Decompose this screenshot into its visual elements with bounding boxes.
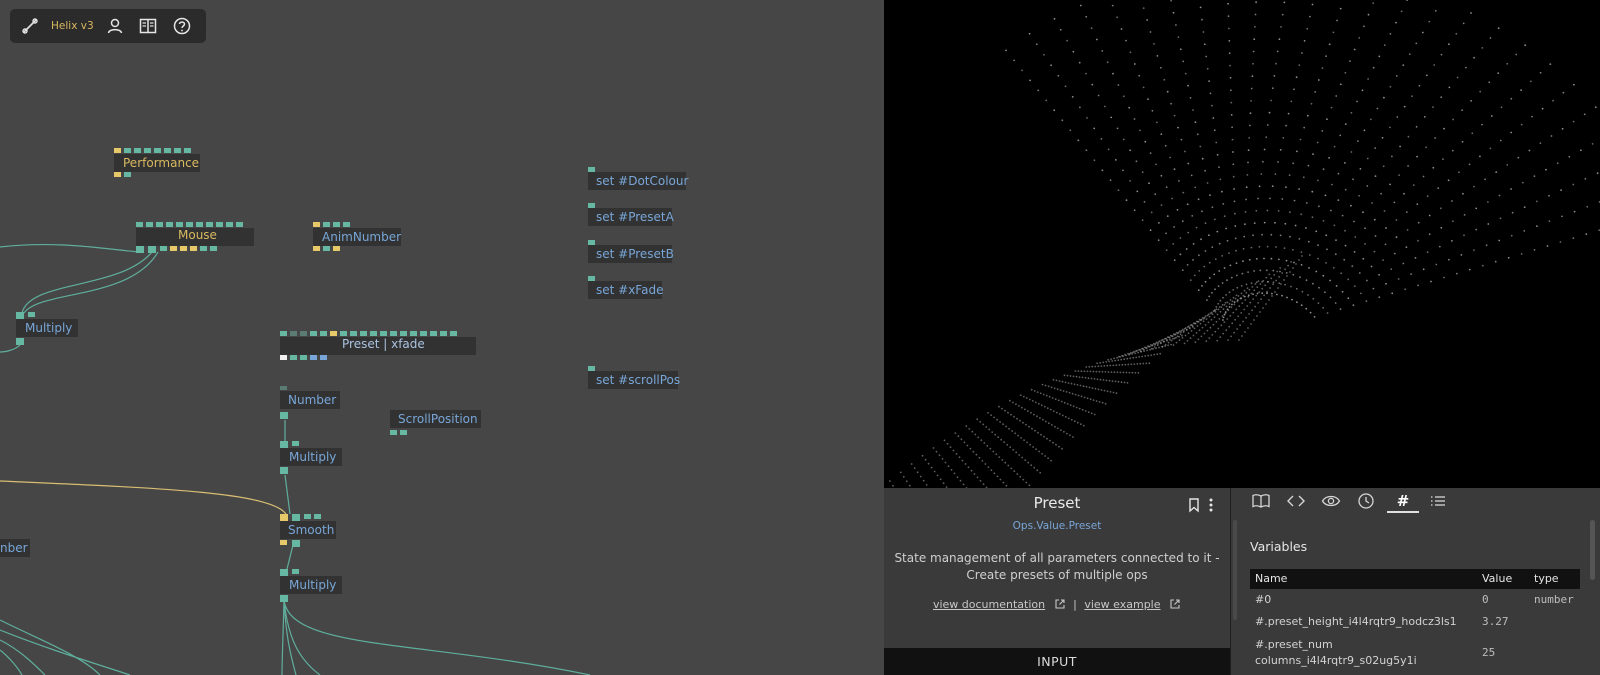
variable-value: 3.27 <box>1482 615 1509 628</box>
help-icon[interactable] <box>172 16 192 36</box>
op-description-line: State management of all parameters conne… <box>894 551 1220 565</box>
op-links: view documentation | view example <box>884 598 1230 611</box>
active-tab-indicator <box>1387 511 1419 513</box>
external-link-icon[interactable] <box>1054 598 1066 610</box>
book-icon[interactable] <box>1251 492 1271 510</box>
op-description: State management of all parameters conne… <box>894 550 1220 584</box>
book-icon[interactable] <box>138 16 158 36</box>
external-link-icon[interactable] <box>1169 598 1181 610</box>
column-value[interactable]: Value <box>1482 572 1512 585</box>
more-options-icon[interactable] <box>1207 497 1215 513</box>
node-label: Multiply <box>25 321 73 335</box>
node-label: set #DotColour <box>596 174 689 188</box>
op-description-line: Create presets of multiple ops <box>966 568 1148 582</box>
clock-icon[interactable] <box>1356 492 1376 510</box>
variable-name: #.preset_height_i4l4rqtr9_hodcz3ls1 <box>1255 615 1457 628</box>
user-icon[interactable] <box>105 16 125 36</box>
variables-scrollbar[interactable] <box>1590 520 1595 580</box>
patch-link-icon[interactable] <box>20 16 40 36</box>
node-label: Multiply <box>289 578 337 592</box>
node-label: Mouse <box>178 228 217 242</box>
node-label: Smooth <box>288 523 335 537</box>
column-name[interactable]: Name <box>1255 572 1287 585</box>
view-documentation-link[interactable]: view documentation <box>933 598 1045 611</box>
variable-name: #.preset_num <box>1255 638 1333 651</box>
variable-value: 25 <box>1482 646 1496 659</box>
node-label: nber <box>0 541 28 555</box>
variable-name: #0 <box>1255 593 1272 606</box>
node-label: Preset | xfade <box>342 337 425 351</box>
render-viewport[interactable] <box>884 0 1600 488</box>
variable-name: columns_i4l4rqtr9_s02ug5y1i <box>1255 654 1417 667</box>
panel-scrollbar[interactable] <box>1233 520 1237 620</box>
variable-type: number <box>1534 593 1574 606</box>
code-icon[interactable] <box>1286 492 1306 510</box>
list-icon[interactable] <box>1428 492 1448 510</box>
input-tab[interactable]: INPUT <box>884 648 1230 675</box>
toolbar: Helix v3 <box>10 9 206 43</box>
app-title[interactable]: Helix v3 <box>51 20 94 32</box>
node-label: ScrollPosition <box>398 412 478 426</box>
node-label: AnimNumber <box>322 230 402 244</box>
link-separator: | <box>1073 598 1077 611</box>
column-type[interactable]: type <box>1534 572 1559 585</box>
node-label: Number <box>288 393 337 407</box>
view-example-link[interactable]: view example <box>1084 598 1160 611</box>
node-label: set #scrollPos <box>596 373 681 387</box>
variable-value: 0 <box>1482 593 1489 606</box>
node-label: Multiply <box>289 450 337 464</box>
node-label: set #xFade <box>596 283 664 297</box>
hash-icon[interactable]: # <box>1393 492 1413 510</box>
variables-title: Variables <box>1250 539 1308 554</box>
eye-icon[interactable] <box>1321 492 1341 510</box>
node-label: Performance <box>123 156 200 170</box>
node-label: set #PresetA <box>596 210 674 224</box>
bookmark-icon[interactable] <box>1187 497 1201 513</box>
op-path[interactable]: Ops.Value.Preset <box>884 520 1230 532</box>
variables-table-header: Name Value type <box>1250 569 1580 589</box>
op-title: Preset <box>1033 494 1081 512</box>
node-label: set #PresetB <box>596 247 674 261</box>
dot-grid-render <box>889 0 1600 488</box>
op-info-panel: Preset Ops.Value.Preset State management… <box>884 488 1230 675</box>
patch-canvas[interactable]: Helix v3 Performance Mouse AnimNumber Mu… <box>0 0 884 675</box>
